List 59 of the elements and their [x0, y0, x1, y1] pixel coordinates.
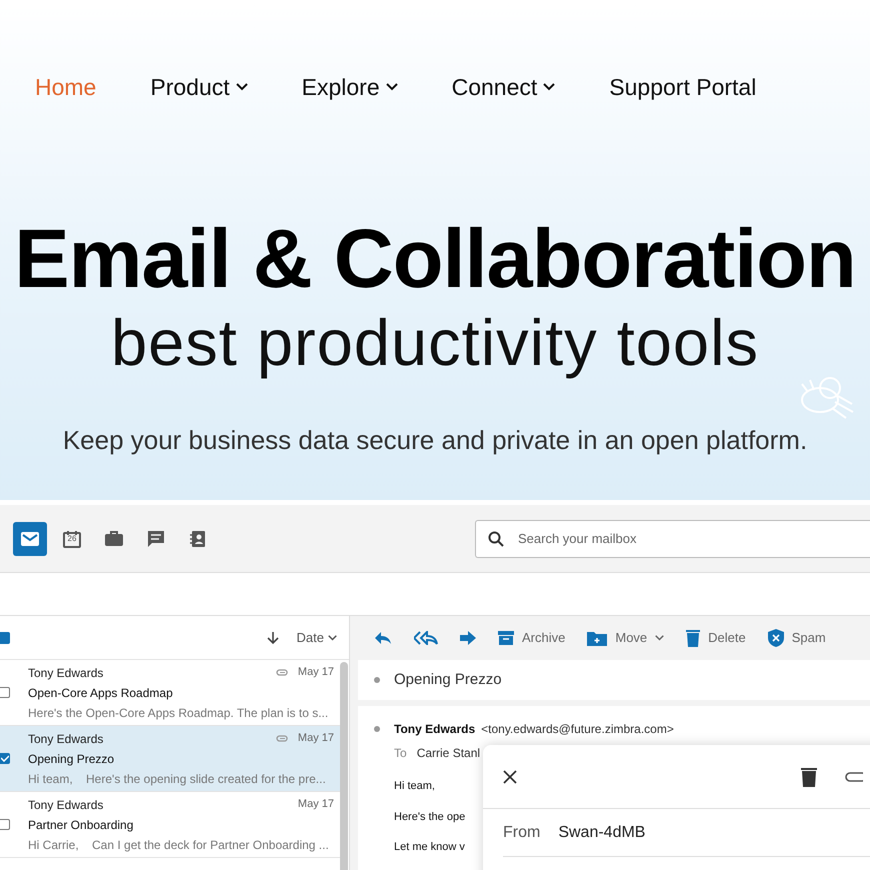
- nav-link[interactable]: Product: [150, 70, 248, 104]
- chevron-down-icon: [655, 635, 664, 641]
- shield-icon: [768, 629, 784, 647]
- scrollbar[interactable]: [340, 662, 348, 870]
- spam-button[interactable]: Spam: [768, 628, 826, 648]
- message-row[interactable]: Tony Edwards May 17 Opening Prezzo Hi team, Here's the opening slide created for the pre...: [0, 726, 340, 792]
- message-date: May 17: [298, 665, 334, 680]
- message-preview: Here's the Open-Core Apps Roadmap. The plan is to s...: [28, 704, 330, 722]
- delete-button[interactable]: Delete: [686, 628, 746, 648]
- sender-name: Tony Edwards: [394, 721, 476, 738]
- recipient-name: Carrie Stanl: [416, 745, 480, 762]
- nav-link[interactable]: Explore: [302, 70, 398, 104]
- forward-icon: [460, 631, 476, 645]
- sender-account: Swan-4dMB: [558, 822, 646, 842]
- sender-name: Tony Edwards: [28, 664, 104, 682]
- archive-icon: [498, 630, 514, 646]
- message-subject: Opening Prezzo: [394, 670, 502, 690]
- message-subject: Open-Core Apps Roadmap: [28, 684, 174, 702]
- chevron-down-icon: [328, 634, 337, 640]
- message-subject: Partner Onboarding: [28, 816, 134, 834]
- message-date: May 17: [298, 797, 334, 812]
- sender-name: Tony Edwards: [28, 796, 104, 814]
- trash-icon: [686, 629, 700, 647]
- paperclip-icon: [845, 772, 863, 782]
- message-preview: Hi Carrie, Can I get the deck for Partner Onboarding ...: [28, 836, 330, 854]
- sort-arrow-icon: [266, 630, 279, 644]
- search-box[interactable]: Search your mailbox: [475, 520, 870, 558]
- checkbox[interactable]: [0, 819, 10, 830]
- sender-email: <tony.edwards@future.zimbra.com>: [481, 721, 674, 738]
- reply-all-button[interactable]: [414, 631, 438, 645]
- body-text: Hi team,: [394, 779, 436, 794]
- close-icon: [503, 770, 517, 784]
- forward-button[interactable]: [460, 631, 476, 645]
- reply-button[interactable]: [374, 631, 392, 645]
- move-button[interactable]: Move: [587, 628, 664, 648]
- trash-icon: [801, 766, 817, 786]
- from-label: From: [503, 822, 540, 842]
- nav-link[interactable]: Support Portal: [609, 70, 756, 104]
- checkbox[interactable]: [0, 753, 10, 764]
- message-preview: Hi team, Here's the opening slide created for the pre...: [28, 770, 327, 788]
- message-subject: Opening Prezzo: [28, 750, 116, 768]
- hero-tagline: Keep your business data secure and private in an open platform.: [62, 424, 808, 456]
- mail-icon[interactable]: [13, 522, 47, 556]
- select-all-checkbox[interactable]: [0, 632, 10, 644]
- sender-name: Tony Edwards: [28, 730, 104, 748]
- hero-title: Email & Collaboration: [14, 216, 856, 300]
- to-label: To: [394, 745, 407, 762]
- message-date: May 17: [298, 731, 334, 746]
- archive-button[interactable]: Archive: [498, 628, 566, 648]
- reply-all-icon: [414, 631, 438, 645]
- checkbox[interactable]: [0, 687, 10, 698]
- nav-link[interactable]: Connect: [452, 70, 556, 104]
- folder-icon: [587, 630, 608, 646]
- sort-dropdown[interactable]: Date: [296, 628, 337, 648]
- search-field[interactable]: Search your mailbox: [518, 528, 870, 548]
- body-text: Here's the ope: [394, 810, 466, 824]
- body-text: Let me know v: [394, 840, 466, 855]
- reply-icon: [374, 631, 392, 645]
- search-icon: [488, 530, 504, 546]
